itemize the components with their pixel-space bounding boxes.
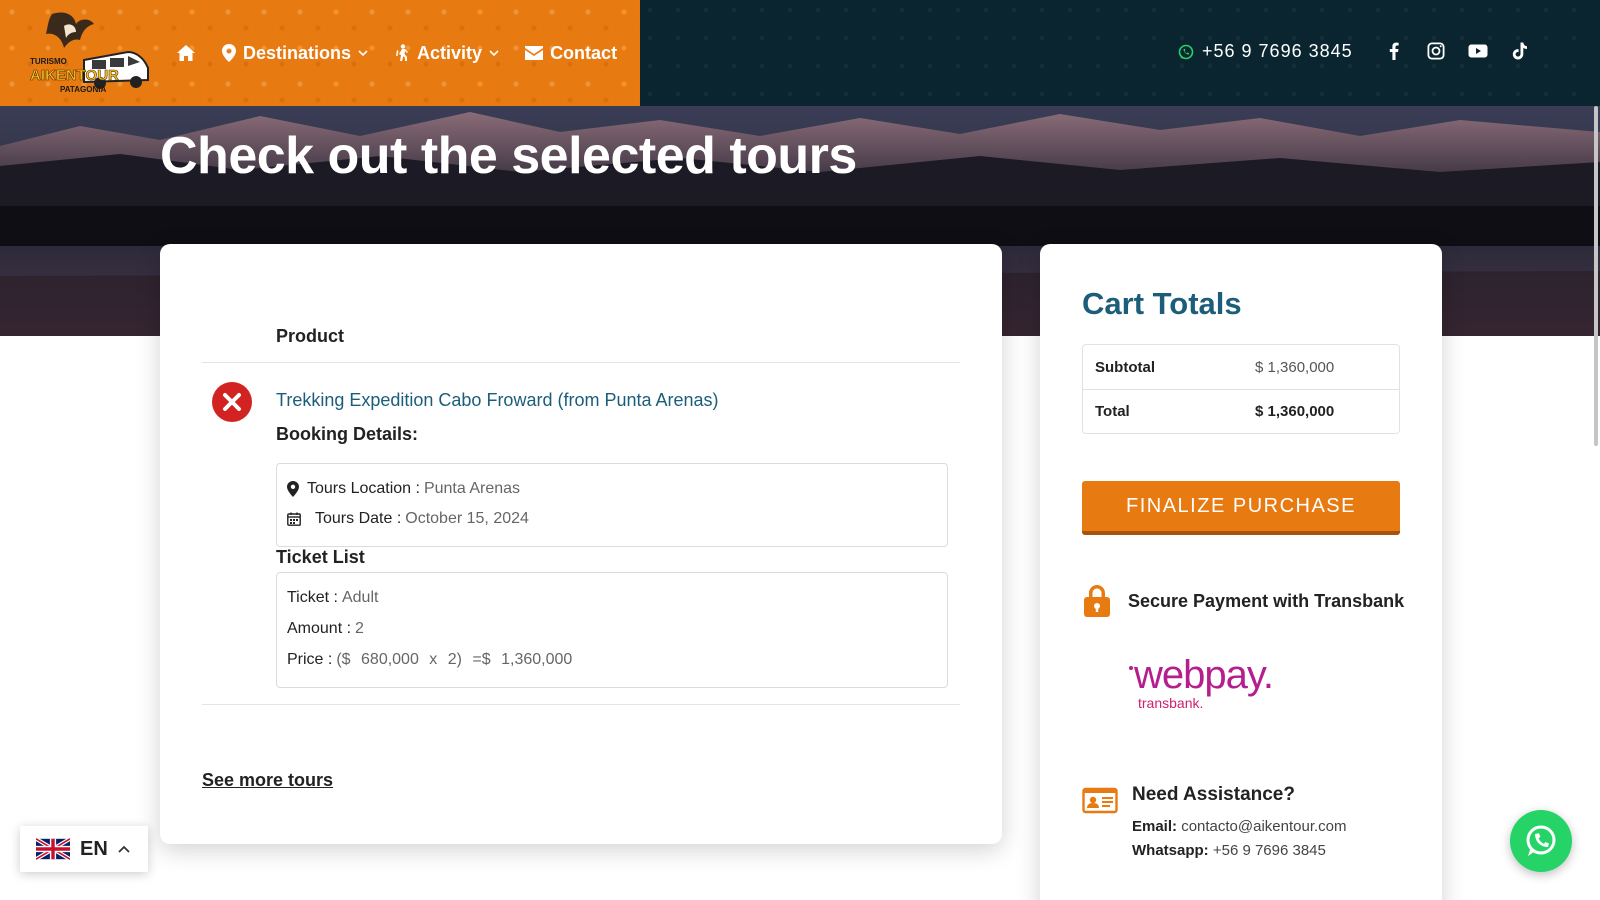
booking-details-box: Tours Location : Punta Arenas Tours Date… — [276, 463, 948, 547]
see-more-tours-link[interactable]: See more tours — [202, 770, 333, 791]
divider — [202, 362, 960, 363]
nav-activity-label: Activity — [417, 42, 483, 63]
finalize-purchase-button[interactable]: FINALIZE PURCHASE — [1082, 481, 1400, 535]
ticket-value: Adult — [341, 589, 379, 606]
aikentour-logo[interactable]: TURISMO AIKENTOUR PATAGONIA — [24, 8, 152, 98]
header-phone-number: +56 9 7696 3845 — [1202, 41, 1353, 61]
booking-date-row: Tours Date : October 15, 2024 — [287, 510, 529, 528]
assistance-email: Email: contacto@aikentour.com — [1132, 818, 1347, 835]
main-nav: Destinations Activity Contact — [176, 0, 617, 106]
language-switcher[interactable]: EN — [20, 826, 148, 872]
cart-totals-title: Cart Totals — [1082, 286, 1242, 321]
location-key: Tours Location : — [307, 480, 420, 497]
youtube-link[interactable] — [1468, 40, 1488, 62]
envelope-icon — [525, 46, 544, 60]
nav-destinations-label: Destinations — [243, 42, 352, 63]
total-value: $ 1,360,000 — [1255, 403, 1335, 420]
logo-text-bottom: PATAGONIA — [60, 85, 106, 94]
subtotal-label: Subtotal — [1095, 358, 1155, 376]
whatsapp-icon — [1526, 825, 1556, 856]
date-key: Tours Date : — [315, 510, 402, 527]
youtube-icon — [1468, 44, 1488, 58]
location-value: Punta Arenas — [423, 480, 521, 497]
remove-item-button[interactable] — [212, 382, 252, 422]
email-value[interactable]: contacto@aikentour.com — [1181, 818, 1346, 835]
ticket-amount-row: Amount : 2 — [287, 620, 364, 638]
instagram-icon — [1427, 42, 1445, 60]
date-value: October 15, 2024 — [405, 510, 529, 527]
whatsapp-label: Whatsapp: — [1132, 842, 1209, 859]
whatsapp-icon — [1178, 44, 1194, 59]
assistance-title: Need Assistance? — [1132, 784, 1295, 805]
nav-contact-label: Contact — [550, 42, 618, 63]
secure-payment-info: Secure Payment with Transbank — [1082, 584, 1404, 618]
total-row: Total $ 1,360,000 — [1083, 389, 1399, 433]
facebook-link[interactable] — [1384, 40, 1404, 62]
lock-icon — [1084, 585, 1110, 617]
tiktok-link[interactable] — [1510, 40, 1530, 62]
totals-table: Subtotal $ 1,360,000 Total $ 1,360,000 — [1082, 344, 1400, 434]
webpay-text: webpay. — [1133, 653, 1273, 697]
social-links — [1384, 40, 1530, 62]
transbank-text: transbank. — [1138, 695, 1203, 711]
ticket-list-box: Ticket : Adult Amount : 2 Price : ($ 680… — [276, 572, 948, 688]
map-marker-icon — [222, 44, 236, 62]
divider — [202, 704, 960, 705]
ticket-key: Ticket : — [287, 589, 338, 606]
nav-destinations[interactable]: Destinations — [222, 43, 368, 64]
ticket-price-row: Price : ($ 680,000 x 2) =$ 1,360,000 — [287, 651, 572, 669]
booking-details-title: Booking Details: — [276, 424, 419, 444]
chevron-up-icon — [118, 845, 130, 853]
whatsapp-chat-button[interactable] — [1510, 810, 1572, 872]
product-column-header: Product — [276, 326, 345, 346]
close-icon — [223, 393, 241, 411]
product-name-link[interactable]: Trekking Expedition Cabo Froward (from P… — [276, 390, 719, 411]
hiking-icon — [396, 44, 409, 61]
logo-text-main: AIKENTOUR — [30, 67, 119, 84]
ticket-type-row: Ticket : Adult — [287, 589, 378, 607]
map-pin-icon — [287, 481, 299, 497]
subtotal-row: Subtotal $ 1,360,000 — [1083, 345, 1399, 389]
amount-value: 2 — [355, 620, 364, 637]
page-scrollbar[interactable] — [1594, 106, 1598, 446]
chevron-down-icon — [489, 50, 499, 57]
subtotal-value: $ 1,360,000 — [1255, 358, 1335, 376]
ticket-list-title: Ticket List — [276, 547, 365, 567]
total-label: Total — [1095, 403, 1130, 420]
nav-home[interactable] — [176, 44, 196, 62]
logo-text-top: TURISMO — [30, 57, 67, 66]
page-title: Check out the selected tours — [160, 127, 857, 185]
site-header: TURISMO AIKENTOUR PATAGONIA Destinations… — [0, 0, 1600, 106]
facebook-icon — [1389, 42, 1399, 60]
price-value: ($ 680,000 x 2) =$ 1,360,000 — [336, 651, 573, 668]
secure-payment-text: Secure Payment with Transbank — [1128, 590, 1405, 611]
assistance-whatsapp: Whatsapp: +56 9 7696 3845 — [1132, 842, 1326, 859]
amount-key: Amount : — [287, 620, 352, 637]
nav-activity[interactable]: Activity — [394, 43, 499, 64]
instagram-link[interactable] — [1426, 40, 1446, 62]
language-code: EN — [80, 837, 108, 860]
cart-items-card: Product Trekking Expedition Cabo Froward… — [160, 244, 1002, 844]
home-icon — [177, 45, 195, 61]
chevron-down-icon — [358, 50, 368, 57]
email-label: Email: — [1132, 818, 1178, 835]
webpay-logo: webpay. transbank. — [1129, 653, 1274, 711]
nav-contact[interactable]: Contact — [525, 43, 617, 64]
tiktok-icon — [1512, 42, 1527, 60]
cart-totals-card: Cart Totals Subtotal $ 1,360,000 Total $… — [1040, 244, 1442, 900]
header-phone[interactable]: +56 9 7696 3845 — [1178, 41, 1353, 62]
calendar-icon — [287, 512, 301, 526]
whatsapp-value[interactable]: +56 9 7696 3845 — [1213, 842, 1326, 859]
contact-card-icon — [1082, 787, 1118, 814]
uk-flag-icon — [36, 838, 70, 860]
price-key: Price : — [287, 651, 333, 668]
booking-location-row: Tours Location : Punta Arenas — [287, 480, 520, 498]
